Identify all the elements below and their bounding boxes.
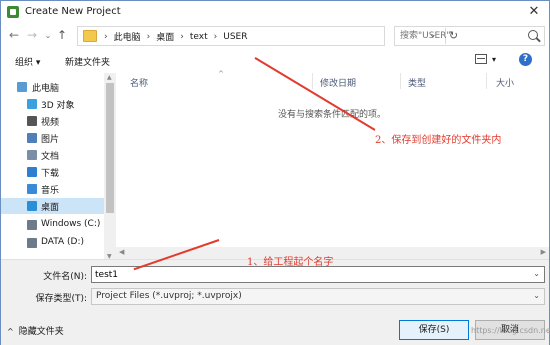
app-icon [7,6,19,18]
sidebar-item-data-d[interactable]: DATA (D:) [1,235,104,251]
hide-folders-label: 隐藏文件夹 [18,327,64,337]
filename-label: 文件名(N): [43,272,87,282]
breadcrumb-item[interactable]: 桌面 [156,30,174,43]
help-icon[interactable]: ? [519,53,532,66]
sidebar-item-this-pc[interactable]: 此电脑 [1,79,104,95]
scrollbar-thumb[interactable] [106,83,114,213]
breadcrumb-separator: › [146,31,151,42]
filename-dropdown-icon[interactable]: ⌄ [533,269,540,278]
breadcrumb-item[interactable]: USER [223,32,247,42]
close-icon[interactable]: ✕ [525,4,543,20]
filetype-value: Project Files (*.uvproj; *.uvprojx) [96,291,242,301]
chevron-up-icon: ^ [7,327,14,336]
sidebar-item-3d-objects[interactable]: 3D 对象 [1,96,104,112]
watermark: https://blog.csdn.net/... [471,326,550,335]
create-project-dialog: Create New Project ✕ ← → ⌄ ↑ › 此电脑 › 桌面 … [0,0,550,345]
sidebar-item-windows-c[interactable]: Windows (C:) [1,217,104,233]
computer-icon [17,82,27,92]
recent-locations-icon[interactable]: ⌄ [41,31,55,40]
sidebar-item-desktop[interactable]: 桌面 [1,198,104,214]
download-icon [27,167,37,177]
up-folder-icon[interactable]: ↑ [55,28,69,42]
column-divider[interactable] [486,73,487,89]
sidebar-item-label: 图片 [41,135,60,145]
video-icon [27,116,37,126]
music-icon [27,184,37,194]
title-bar: Create New Project ✕ [1,1,549,23]
column-header-modified[interactable]: 修改日期 [320,76,356,89]
drive-icon [27,220,37,230]
desktop-icon [27,201,37,211]
address-bar[interactable]: › 此电脑 › 桌面 › text › USER ⌄ ↻ [77,26,458,46]
document-icon [27,150,37,160]
sidebar-item-label: 文档 [41,152,60,162]
navigation-scrollbar[interactable]: ▲ ▼ [104,73,116,261]
sidebar-item-label: DATA (D:) [41,237,85,247]
scroll-right-icon[interactable]: ▶ [541,248,546,256]
breadcrumb-item[interactable]: 此电脑 [114,30,141,43]
new-folder-button[interactable]: 新建文件夹 [65,55,110,68]
hide-folders-toggle[interactable]: ^ 隐藏文件夹 [7,324,64,337]
column-header-name[interactable]: 名称 [130,76,148,89]
cube-icon [27,99,37,109]
filename-input[interactable] [92,267,522,282]
scroll-up-icon[interactable]: ▲ [107,74,112,81]
annotation-save-hint: 2、保存到创建好的文件夹内 [375,135,502,146]
filetype-dropdown-icon[interactable]: ⌄ [533,291,540,300]
search-input[interactable] [395,27,520,45]
view-dropdown-icon[interactable]: ▾ [492,55,496,64]
forward-icon[interactable]: → [25,28,39,42]
sidebar-item-videos[interactable]: 视频 [1,113,104,129]
filename-field: ⌄ [91,266,545,283]
annotation-name-hint: 1、给工程起个名字 [247,257,334,268]
picture-icon [27,133,37,143]
view-options-icon[interactable] [475,54,487,64]
breadcrumb-separator: › [104,31,108,42]
sidebar-item-label: 3D 对象 [41,101,75,111]
sort-indicator-icon: ^ [218,70,224,78]
filetype-label: 保存类型(T): [35,294,87,304]
scroll-left-icon[interactable]: ◀ [119,248,124,256]
breadcrumb-separator: › [180,31,184,42]
column-divider[interactable] [312,73,313,89]
folder-icon [83,30,97,42]
column-divider[interactable] [400,73,401,89]
organize-button[interactable]: 组织 ▾ [15,55,40,68]
window-title: Create New Project [25,6,121,17]
drive-icon [27,238,37,248]
address-row: ← → ⌄ ↑ › 此电脑 › 桌面 › text › USER ⌄ ↻ [1,23,549,49]
column-header-size[interactable]: 大小 [496,76,514,89]
sidebar-item-label: 音乐 [41,186,60,196]
sidebar-item-music[interactable]: 音乐 [1,181,104,197]
empty-list-message: 没有与搜索条件匹配的项。 [278,110,387,120]
file-list: ^ 名称 修改日期 类型 大小 没有与搜索条件匹配的项。 [116,70,549,249]
search-box [394,26,545,46]
breadcrumb: › 此电脑 › 桌面 › text › USER [104,30,247,44]
search-icon[interactable] [528,30,538,40]
breadcrumb-item[interactable]: text [190,32,208,42]
sidebar-item-documents[interactable]: 文档 [1,147,104,163]
sidebar-item-label: 下载 [41,169,60,179]
back-icon[interactable]: ← [7,28,21,42]
sidebar-item-label: 视频 [41,118,60,128]
breadcrumb-separator: › [213,31,218,42]
navigation-pane: 此电脑 3D 对象 视频 图片 文档 下载 音乐 桌面 Windows (C:)… [1,73,116,261]
column-header-type[interactable]: 类型 [408,76,426,89]
filetype-select[interactable]: Project Files (*.uvproj; *.uvprojx) ⌄ [91,288,545,305]
sidebar-item-downloads[interactable]: 下载 [1,164,104,180]
save-options-panel: 文件名(N): ⌄ 保存类型(T): Project Files (*.uvpr… [1,259,550,345]
sidebar-item-label: 桌面 [41,203,60,213]
sidebar-item-label: Windows (C:) [41,219,101,229]
sidebar-item-label: 此电脑 [32,84,60,94]
sidebar-item-pictures[interactable]: 图片 [1,130,104,146]
save-button[interactable]: 保存(S) [399,320,469,340]
